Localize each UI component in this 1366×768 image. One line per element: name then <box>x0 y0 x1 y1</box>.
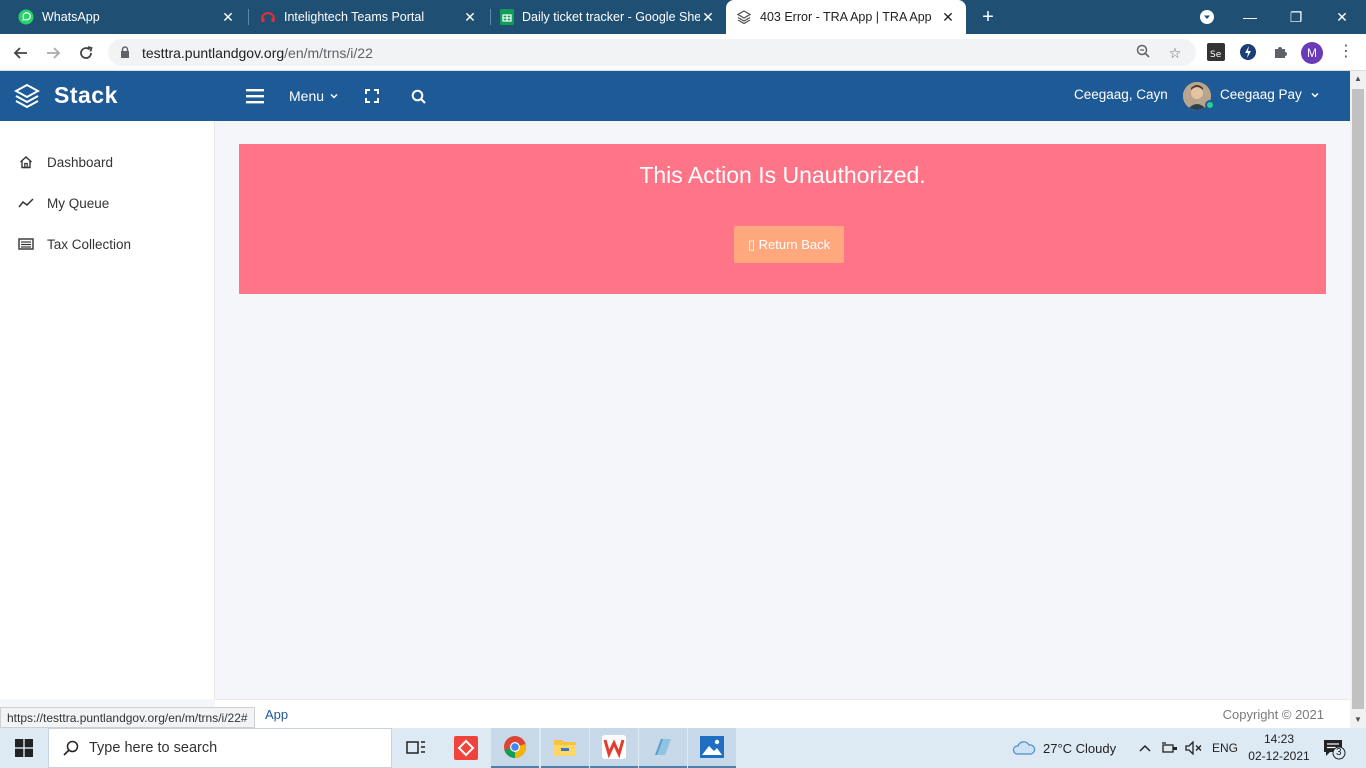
headset-icon <box>261 12 275 22</box>
sidebar-item-label: My Queue <box>47 195 110 211</box>
fullscreen-icon[interactable] <box>365 84 379 108</box>
list-box-icon <box>18 236 34 252</box>
alert-title: This Action Is Unauthorized. <box>639 162 926 188</box>
shield-extension-icon[interactable] <box>1238 42 1258 62</box>
notification-count: 3 <box>1336 747 1342 758</box>
app-header: Stack Menu Ceegaag, Cayn Ceegaag Pay <box>0 71 1350 121</box>
taskbar-search-input[interactable]: Type here to search <box>48 728 392 768</box>
sidebar-item-tax-collection[interactable]: Tax Collection <box>0 224 215 264</box>
sidebar-item-label: Tax Collection <box>47 236 132 252</box>
google-sheets-icon <box>500 9 514 25</box>
footer: App Copyright © 2021 <box>215 699 1350 728</box>
task-view-icon[interactable] <box>392 728 440 768</box>
sidebar-item-my-queue[interactable]: My Queue <box>0 183 215 223</box>
tab-title: WhatsApp <box>42 10 100 24</box>
forward-arrow-icon[interactable] <box>40 40 66 66</box>
selenium-extension-icon[interactable]: Se <box>1206 42 1226 62</box>
windows-start-icon[interactable] <box>0 728 48 768</box>
menu-label: Menu <box>289 88 325 104</box>
online-status-dot <box>1205 100 1215 110</box>
search-icon[interactable] <box>411 84 426 108</box>
tab-title: Daily ticket tracker - Google Shee <box>522 10 700 24</box>
scroll-thumb[interactable] <box>1352 89 1364 709</box>
address-bar[interactable]: testtra.puntlandgov.org/en/m/trns/i/22 ☆ <box>108 39 1196 66</box>
notepad-app-icon[interactable] <box>639 728 687 768</box>
show-hidden-icons-chevron-up-icon[interactable] <box>1139 728 1151 768</box>
tab-title: Intelightech Teams Portal <box>284 10 425 24</box>
browser-menu-icon[interactable]: ⋮ <box>1338 42 1354 62</box>
tab-teams-portal[interactable]: Intelightech Teams Portal ✕ <box>250 0 488 34</box>
wps-office-app-icon[interactable] <box>590 728 638 768</box>
trend-line-icon <box>18 195 34 211</box>
tab-whatsapp[interactable]: WhatsApp ✕ <box>8 0 246 34</box>
tab-ticket-tracker[interactable]: Daily ticket tracker - Google Shee ✕ <box>490 0 726 34</box>
file-explorer-app-icon[interactable] <box>541 728 589 768</box>
volume-muted-icon[interactable] <box>1185 728 1203 768</box>
minimize-icon[interactable]: — <box>1228 0 1272 34</box>
search-icon <box>63 740 79 756</box>
user-menu-dropdown[interactable]: Ceegaag Pay <box>1220 87 1320 102</box>
zoom-icon[interactable] <box>1134 44 1152 62</box>
close-icon[interactable]: ✕ <box>700 9 716 26</box>
home-icon <box>18 154 34 170</box>
new-tab-plus-icon[interactable]: + <box>977 5 999 29</box>
close-icon[interactable]: ✕ <box>220 9 236 26</box>
stack-logo-icon <box>14 83 40 108</box>
menu-dropdown[interactable]: Menu <box>289 84 339 108</box>
tab-search-chevron-icon[interactable] <box>1185 0 1229 34</box>
clock-time: 14:23 <box>1263 732 1295 746</box>
weather-text: 27°C Cloudy <box>1043 740 1117 756</box>
close-icon[interactable]: ✕ <box>940 9 956 26</box>
weather-widget[interactable]: 27°C Cloudy <box>1012 728 1116 768</box>
clock-date: 02-12-2021 <box>1248 749 1310 763</box>
sidebar-item-label: Dashboard <box>47 154 114 170</box>
profile-avatar[interactable]: M <box>1301 42 1323 64</box>
photos-app-icon[interactable] <box>688 728 736 768</box>
close-icon[interactable]: ✕ <box>462 9 478 26</box>
language-indicator[interactable]: ENG <box>1212 728 1238 768</box>
sidebar-item-dashboard[interactable]: Dashboard <box>0 142 215 182</box>
tab-separator <box>248 9 249 25</box>
back-arrow-icon[interactable] <box>8 40 34 66</box>
hamburger-menu-icon[interactable] <box>246 84 264 108</box>
window-close-icon[interactable]: ✕ <box>1320 0 1364 34</box>
scroll-down-icon[interactable]: ▼ <box>1350 712 1366 728</box>
extensions-puzzle-icon[interactable] <box>1270 42 1290 62</box>
tab-title: 403 Error - TRA App | TRA App <box>760 10 932 24</box>
whatsapp-icon <box>18 9 34 25</box>
user-name-short: Ceegaag, Cayn <box>1074 87 1168 102</box>
user-name: Ceegaag Pay <box>1220 87 1302 102</box>
windows-taskbar: Type here to search 27°C Cloudy ENG 14:2… <box>0 728 1366 768</box>
url-text: testtra.puntlandgov.org/en/m/trns/i/22 <box>142 45 373 61</box>
scroll-up-icon[interactable]: ▲ <box>1350 71 1366 87</box>
sidebar: Dashboard My Queue Tax Collection <box>0 121 215 699</box>
footer-copyright: Copyright © 2021 <box>1222 707 1324 722</box>
lock-icon <box>121 46 129 58</box>
network-icon[interactable] <box>1161 728 1179 768</box>
bookmark-star-icon[interactable]: ☆ <box>1166 44 1184 62</box>
browser-tab-strip: WhatsApp ✕ Intelightech Teams Portal ✕ D… <box>0 0 1366 34</box>
brand[interactable]: Stack <box>14 82 118 109</box>
link-status-tooltip: https://testtra.puntlandgov.org/en/m/trn… <box>0 707 255 728</box>
taskbar-search-placeholder: Type here to search <box>89 740 218 756</box>
browser-toolbar: testtra.puntlandgov.org/en/m/trns/i/22 ☆… <box>0 34 1366 71</box>
chrome-app-icon[interactable] <box>491 728 539 768</box>
stack-logo-icon <box>736 10 752 25</box>
scrollbar[interactable]: ▲ ▼ <box>1350 71 1366 728</box>
system-clock[interactable]: 14:23 02-12-2021 <box>1246 731 1312 765</box>
notification-center-icon[interactable]: 3 <box>1322 738 1346 760</box>
chevron-down-icon <box>330 93 338 99</box>
chevron-down-icon <box>1311 92 1319 98</box>
tab-403-error[interactable]: 403 Error - TRA App | TRA App ✕ <box>726 0 966 34</box>
brand-name: Stack <box>54 82 118 108</box>
unauthorized-alert: This Action Is Unauthorized. ▯ Return Ba… <box>239 144 1326 294</box>
reload-icon[interactable] <box>73 40 99 66</box>
svg-text:Se: Se <box>1210 50 1222 60</box>
anydesk-app-icon[interactable] <box>442 728 490 768</box>
return-back-button[interactable]: ▯ Return Back <box>734 226 844 263</box>
footer-app-link[interactable]: App <box>265 707 288 722</box>
cloud-icon <box>1012 741 1036 755</box>
restore-icon[interactable]: ❐ <box>1274 0 1318 34</box>
